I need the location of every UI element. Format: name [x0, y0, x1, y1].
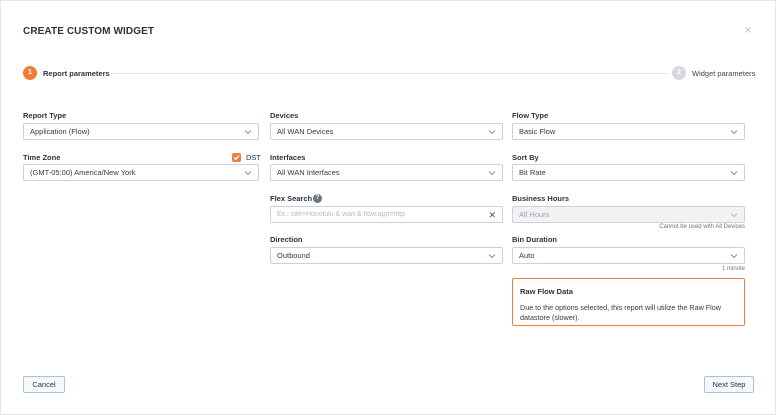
bin-duration-value: Auto: [519, 251, 535, 260]
bin-duration-hint: 1 minute: [721, 266, 745, 272]
checkmark-icon: [233, 155, 240, 161]
flex-search-input[interactable]: [277, 211, 477, 218]
step-report-parameters[interactable]: 1 Report parameters: [23, 66, 110, 80]
devices-value: All WAN Devices: [277, 127, 334, 136]
bin-duration-select[interactable]: Auto: [512, 247, 745, 264]
chevron-down-icon: [730, 128, 738, 136]
chevron-down-icon: [730, 252, 738, 260]
business-hours-select: All Hours: [512, 206, 745, 223]
report-type-value: Application (Flow): [30, 127, 90, 136]
step-label: Widget parameters: [692, 68, 756, 78]
business-hours-label: Business Hours: [512, 194, 570, 203]
report-type-label: Report Type: [23, 111, 67, 120]
direction-select[interactable]: Outbound: [270, 247, 503, 264]
notice-title: Raw Flow Data: [520, 287, 573, 296]
interfaces-label: Interfaces: [270, 153, 306, 162]
step-widget-parameters[interactable]: 2 Widget parameters: [672, 66, 755, 80]
dst-label: DST: [246, 153, 261, 162]
clear-icon[interactable]: ✕: [488, 210, 496, 220]
flex-search-label: Flex Search: [270, 194, 313, 203]
step-number-badge: 2: [672, 66, 686, 80]
business-hours-value: All Hours: [519, 210, 550, 219]
devices-label: Devices: [270, 111, 299, 120]
step-label: Report parameters: [43, 68, 110, 78]
notice-text: Due to the options selected, this report…: [520, 303, 721, 322]
business-hours-hint: Cannot be used with All Devices: [659, 224, 745, 230]
dialog-title: CREATE CUSTOM WIDGET: [23, 26, 155, 37]
flow-type-value: Basic Flow: [519, 127, 556, 136]
dst-checkbox[interactable]: [232, 153, 241, 162]
chevron-down-icon: [488, 252, 496, 260]
flow-type-label: Flow Type: [512, 111, 549, 120]
direction-label: Direction: [270, 235, 303, 244]
raw-flow-notice: Raw Flow Data Due to the options selecte…: [512, 278, 745, 326]
next-step-button[interactable]: Next Step: [704, 376, 754, 393]
chevron-down-icon: [244, 169, 252, 177]
flex-search-field[interactable]: ✕: [270, 206, 503, 223]
time-zone-label: Time Zone: [23, 153, 61, 162]
time-zone-select[interactable]: (GMT-05:00) America/New York: [23, 164, 259, 181]
chevron-down-icon: [730, 211, 738, 219]
cancel-button[interactable]: Cancel: [23, 376, 65, 393]
dst-toggle[interactable]: DST: [232, 153, 261, 162]
bin-duration-label: Bin Duration: [512, 235, 557, 244]
help-icon[interactable]: ?: [313, 194, 322, 203]
create-widget-dialog: CREATE CUSTOM WIDGET × 1 Report paramete…: [0, 0, 776, 415]
time-zone-value: (GMT-05:00) America/New York: [30, 168, 136, 177]
chevron-down-icon: [244, 128, 252, 136]
chevron-down-icon: [730, 169, 738, 177]
chevron-down-icon: [488, 128, 496, 136]
devices-select[interactable]: All WAN Devices: [270, 123, 503, 140]
sort-by-value: Bit Rate: [519, 168, 546, 177]
close-icon[interactable]: ×: [742, 24, 754, 36]
sort-by-select[interactable]: Bit Rate: [512, 164, 745, 181]
interfaces-value: All WAN Interfaces: [277, 168, 340, 177]
chevron-down-icon: [488, 169, 496, 177]
interfaces-select[interactable]: All WAN Interfaces: [270, 164, 503, 181]
step-number-badge: 1: [23, 66, 37, 80]
direction-value: Outbound: [277, 251, 310, 260]
report-type-select[interactable]: Application (Flow): [23, 123, 259, 140]
stepper-line: [111, 73, 667, 74]
flow-type-select[interactable]: Basic Flow: [512, 123, 745, 140]
sort-by-label: Sort By: [512, 153, 539, 162]
